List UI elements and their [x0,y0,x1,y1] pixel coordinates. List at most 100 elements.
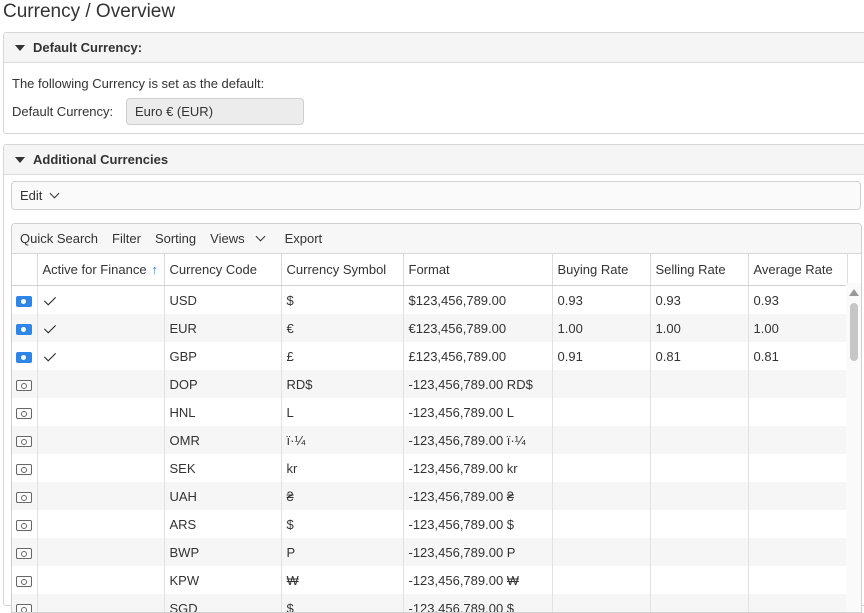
table-row[interactable]: KPW ₩ -123,456,789.00 ₩ [12,566,848,594]
sorting-button[interactable]: Sorting [155,231,196,246]
table-row[interactable]: SEK kr -123,456,789.00 kr [12,454,848,482]
row-icon-cell [12,566,38,594]
format-cell: -123,456,789.00 ₩ [403,566,553,594]
currency-symbol-cell: € [281,314,404,342]
filter-button[interactable]: Filter [112,231,141,246]
currency-code-cell: KPW [164,566,282,594]
table-row[interactable]: SGD $ -123,456,789.00 $ [12,594,848,612]
column-header-code[interactable]: Currency Code [164,254,282,286]
money-inactive-icon [15,491,32,503]
format-cell: -123,456,789.00 ï·¼ [403,426,553,454]
currency-symbol-cell: P [281,538,404,566]
edit-menu-button[interactable]: Edit [11,181,861,210]
row-icon-cell [12,342,38,370]
selling-rate-cell: 1.00 [650,314,749,342]
quick-search-button[interactable]: Quick Search [20,231,98,246]
page-title: Currency / Overview [3,1,176,22]
currency-code-cell: EUR [164,314,282,342]
vertical-scrollbar[interactable] [846,283,861,612]
collapse-caret-icon[interactable] [15,156,25,163]
money-inactive-icon [15,435,32,447]
export-button[interactable]: Export [285,231,323,246]
row-icon-cell [12,594,38,612]
table-row[interactable]: OMR ï·¼ -123,456,789.00 ï·¼ [12,426,848,454]
money-active-icon [15,295,32,307]
selling-rate-cell [650,398,749,426]
row-icon-cell [12,538,38,566]
column-header-label: Active for Finance [42,262,147,277]
average-rate-cell [748,538,848,566]
buying-rate-cell [552,538,651,566]
format-cell: -123,456,789.00 P [403,538,553,566]
table-row[interactable]: UAH ₴ -123,456,789.00 ₴ [12,482,848,510]
scrollbar-thumb[interactable] [850,303,858,361]
currency-symbol-cell: $ [281,285,404,314]
column-header-selling-rate[interactable]: Selling Rate [650,254,749,286]
checkmark-icon [43,292,56,306]
row-icon-cell [12,398,38,426]
money-inactive-icon [15,519,32,531]
format-cell: £123,456,789.00 [403,342,553,370]
row-icon-cell [12,285,38,314]
row-icon-cell [12,454,38,482]
active-cell [37,594,165,612]
format-cell: -123,456,789.00 $ [403,594,553,612]
column-header-buying-rate[interactable]: Buying Rate [552,254,651,286]
table-row[interactable]: USD $ $123,456,789.00 0.93 0.93 0.93 [12,285,848,314]
selling-rate-cell [650,538,749,566]
table-header-row: Active for Finance ↑ Currency Code Curren… [12,254,848,286]
selling-rate-cell [650,370,749,398]
active-cell [37,398,165,426]
column-header-format[interactable]: Format [403,254,553,286]
average-rate-cell: 1.00 [748,314,848,342]
sort-ascending-icon[interactable]: ↑ [152,262,159,277]
table-row[interactable]: EUR € €123,456,789.00 1.00 1.00 1.00 [12,314,848,342]
views-label: Views [210,231,245,246]
currency-symbol-cell: £ [281,342,404,370]
buying-rate-cell [552,398,651,426]
table-row[interactable]: HNL L -123,456,789.00 L [12,398,848,426]
average-rate-cell [748,370,848,398]
average-rate-cell [748,594,848,612]
default-currency-field: Euro € (EUR) [126,98,304,125]
row-icon-cell [12,482,38,510]
views-button[interactable]: Views [210,231,266,246]
table-row[interactable]: BWP P -123,456,789.00 P [12,538,848,566]
default-currency-header[interactable]: Default Currency: [4,33,864,63]
active-cell [37,426,165,454]
column-header-symbol[interactable]: Currency Symbol [281,254,404,286]
buying-rate-cell [552,566,651,594]
money-inactive-icon [15,407,32,419]
column-header-icon [12,254,38,286]
row-icon-cell [12,314,38,342]
active-cell [37,370,165,398]
selling-rate-cell [650,454,749,482]
average-rate-cell [748,510,848,538]
average-rate-cell [748,426,848,454]
collapse-caret-icon[interactable] [15,44,25,51]
average-rate-cell [748,454,848,482]
additional-currencies-header[interactable]: Additional Currencies [4,145,864,175]
column-header-active[interactable]: Active for Finance ↑ [37,254,165,286]
currency-symbol-cell: $ [281,510,404,538]
table-row[interactable]: GBP £ £123,456,789.00 0.91 0.81 0.81 [12,342,848,370]
scroll-up-arrow-icon[interactable] [849,289,859,296]
currency-symbol-cell: ï·¼ [281,426,404,454]
currency-symbol-cell: ₩ [281,566,404,594]
buying-rate-cell [552,510,651,538]
currency-table: Active for Finance ↑ Currency Code Curren… [12,254,848,612]
money-inactive-icon [15,463,32,475]
column-header-average-rate[interactable]: Average Rate [748,254,848,286]
active-cell [37,566,165,594]
selling-rate-cell [650,426,749,454]
currency-symbol-cell: RD$ [281,370,404,398]
additional-currencies-panel: Additional Currencies Edit Quick Search … [3,144,864,613]
currency-grid: Quick Search Filter Sorting Views Export… [11,223,862,613]
table-row[interactable]: DOP RD$ -123,456,789.00 RD$ [12,370,848,398]
buying-rate-cell: 0.91 [552,342,651,370]
format-cell: $123,456,789.00 [403,285,553,314]
currency-code-cell: USD [164,285,282,314]
currency-code-cell: SGD [164,594,282,612]
selling-rate-cell [650,594,749,612]
table-row[interactable]: ARS $ -123,456,789.00 $ [12,510,848,538]
